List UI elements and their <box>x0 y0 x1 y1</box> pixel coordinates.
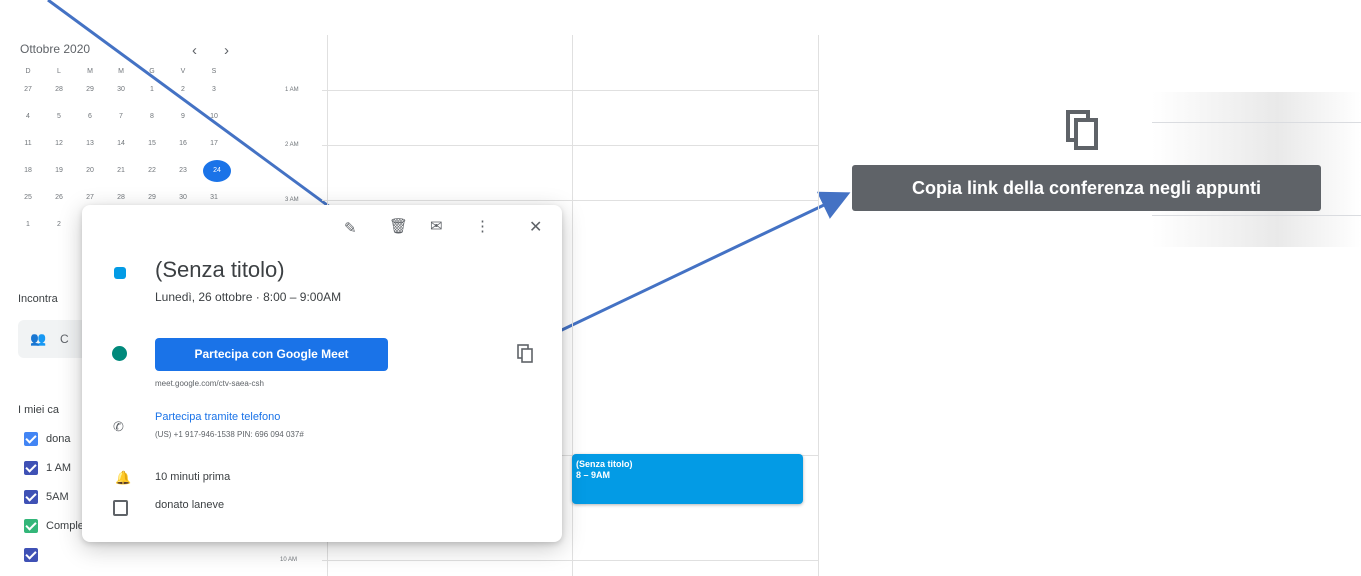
phone-icon: ✆ <box>113 419 124 434</box>
mini-calendar-day[interactable]: 22 <box>138 167 166 174</box>
meet-link[interactable]: meet.google.com/ctv-saea-csh <box>155 379 264 388</box>
event-time: 8 – 9AM <box>576 470 611 480</box>
time-label: 1 AM <box>285 87 299 93</box>
mini-calendar-prev-button[interactable]: ‹ <box>192 42 197 59</box>
join-google-meet-button[interactable]: Partecipa con Google Meet <box>155 338 388 371</box>
mini-calendar-title: Ottobre 2020 <box>20 42 91 56</box>
grid-hline <box>322 145 818 146</box>
mini-calendar-day[interactable]: 19 <box>45 167 73 174</box>
mini-calendar-day[interactable]: 2 <box>45 221 73 228</box>
event-title-heading: (Senza titolo) <box>155 257 285 282</box>
meet-people-button[interactable]: 👥 C <box>18 320 88 358</box>
copy-conference-link-tooltip: Copia link della conferenza negli appunt… <box>852 165 1321 211</box>
event-title: (Senza titolo) <box>576 459 633 469</box>
mini-calendar-day[interactable]: 21 <box>107 167 135 174</box>
mini-calendar-day[interactable]: 30 <box>169 194 197 201</box>
join-by-phone-link[interactable]: Partecipa tramite telefono <box>155 411 280 423</box>
mini-calendar-day[interactable]: 13 <box>76 140 104 147</box>
weekday-header: L <box>57 68 61 75</box>
grid-hline <box>322 200 818 201</box>
event-color-swatch <box>114 267 126 279</box>
mini-calendar-day[interactable]: 28 <box>45 86 73 93</box>
mini-calendar-day[interactable]: 29 <box>76 86 104 93</box>
grid-hline <box>322 560 818 561</box>
meet-people-label: C <box>60 332 69 346</box>
more-options-icon[interactable]: ⋮ <box>475 217 490 235</box>
event-details-popup: ✎ 🗑 ✉ ⋮ ✕ (Senza titolo) Lunedì, 26 otto… <box>82 205 562 542</box>
mini-calendar-day[interactable]: 11 <box>14 140 42 147</box>
calendar-label: dona <box>46 433 71 445</box>
calendar-checkbox[interactable] <box>24 432 38 446</box>
calendar-event[interactable]: (Senza titolo) 8 – 9AM <box>572 454 803 504</box>
mini-calendar-day[interactable]: 3 <box>200 86 228 93</box>
weekday-header: D <box>25 68 31 75</box>
calendar-checkbox[interactable] <box>24 490 38 504</box>
calendar-owner: donato laneve <box>155 499 225 511</box>
edit-icon[interactable]: ✎ <box>344 219 357 237</box>
mini-calendar-day[interactable]: 6 <box>76 113 104 120</box>
mini-calendar-day[interactable]: 8 <box>138 113 166 120</box>
arrow-to-tooltip <box>544 191 851 340</box>
mini-calendar-day[interactable]: 14 <box>107 140 135 147</box>
weekday-header: M <box>118 68 124 75</box>
grid-vline <box>818 35 819 576</box>
bell-icon: 🔔 <box>115 470 132 485</box>
mini-calendar-day[interactable]: 24 <box>203 160 231 182</box>
grid-hline <box>1152 215 1361 216</box>
mini-calendar-day[interactable]: 4 <box>14 113 42 120</box>
mini-calendar-day[interactable]: 16 <box>169 140 197 147</box>
mini-calendar-day[interactable]: 7 <box>107 113 135 120</box>
mini-calendar-day[interactable]: 2 <box>169 86 197 93</box>
mini-calendar-day[interactable]: 31 <box>200 194 228 201</box>
weekday-header: M <box>87 68 93 75</box>
mini-calendar-day[interactable]: 5 <box>45 113 73 120</box>
mini-calendar-day[interactable]: 25 <box>14 194 42 201</box>
weekday-header: S <box>211 68 217 75</box>
mini-calendar-day[interactable]: 20 <box>76 167 104 174</box>
mini-calendar-day[interactable]: 1 <box>138 86 166 93</box>
mini-calendar-day[interactable]: 27 <box>14 86 42 93</box>
calendar-checkbox[interactable] <box>24 519 38 533</box>
copy-icon-zoomed[interactable] <box>1064 108 1104 152</box>
mini-calendar-day[interactable]: 10 <box>200 113 228 120</box>
mini-calendar-day[interactable]: 28 <box>107 194 135 201</box>
mini-calendar-day[interactable]: 1 <box>14 221 42 228</box>
email-icon[interactable]: ✉ <box>430 217 443 235</box>
mini-calendar-day[interactable]: 17 <box>200 140 228 147</box>
mini-calendar-day[interactable]: 26 <box>45 194 73 201</box>
mini-calendar-day[interactable]: 23 <box>169 167 197 174</box>
grid-hline <box>1152 122 1361 123</box>
people-icon: 👥 <box>30 331 47 346</box>
time-label: 2 AM <box>285 142 299 148</box>
calendar-label: 5AM <box>46 491 69 503</box>
mini-calendar-day[interactable]: 18 <box>14 167 42 174</box>
mini-calendar-day[interactable]: 29 <box>138 194 166 201</box>
event-date-time: Lunedì, 26 ottobre · 8:00 – 9:00AM <box>155 290 342 304</box>
mini-calendar-day[interactable]: 9 <box>169 113 197 120</box>
mini-calendar-next-button[interactable]: › <box>224 42 229 59</box>
calendar-checkbox[interactable] <box>24 548 38 562</box>
mini-calendar-day[interactable]: 30 <box>107 86 135 93</box>
time-label: 3 AM <box>285 197 299 203</box>
mini-calendar-day[interactable]: 27 <box>76 194 104 201</box>
phone-details: (US) +1 917-946-1538 PIN: 696 094 037# <box>155 430 304 439</box>
calendar-label: 1 AM <box>46 462 72 474</box>
time-label: 10 AM <box>280 557 298 563</box>
copy-icon[interactable] <box>517 344 535 364</box>
mini-calendar-day[interactable]: 12 <box>45 140 73 147</box>
delete-icon[interactable]: 🗑 <box>389 217 408 235</box>
my-calendars-label: I miei ca <box>18 404 59 416</box>
google-meet-icon <box>112 346 127 361</box>
calendar-checkbox[interactable] <box>24 461 38 475</box>
close-icon[interactable]: ✕ <box>529 217 542 237</box>
calendar-icon <box>113 500 128 516</box>
weekday-header: V <box>180 68 186 75</box>
grid-hline <box>322 90 818 91</box>
weekday-header: G <box>149 68 155 75</box>
reminder-text: 10 minuti prima <box>155 471 231 483</box>
mini-calendar-day[interactable]: 15 <box>138 140 166 147</box>
meet-section-label: Incontra <box>18 293 58 305</box>
